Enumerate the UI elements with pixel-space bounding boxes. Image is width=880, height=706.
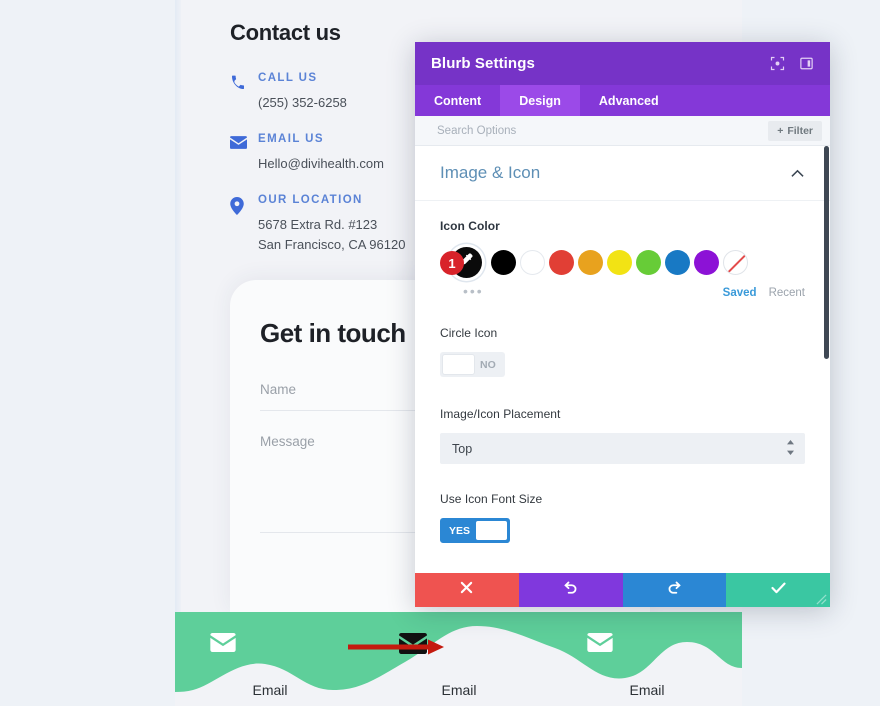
blurb-settings-modal: Blurb Settings Content Design Advanced +… bbox=[415, 42, 830, 607]
chevron-updown-icon bbox=[786, 439, 795, 458]
modal-action-bar bbox=[415, 573, 830, 607]
search-bar: + Filter bbox=[415, 116, 830, 146]
tab-design[interactable]: Design bbox=[500, 85, 580, 116]
recent-colors-link[interactable]: Recent bbox=[769, 287, 805, 299]
step-badge: 1 bbox=[440, 251, 464, 275]
phone-icon bbox=[230, 72, 258, 113]
envelope-icon bbox=[210, 633, 330, 663]
filter-button-label: Filter bbox=[787, 124, 813, 137]
swatch-purple[interactable] bbox=[694, 249, 719, 275]
swatch-blue[interactable] bbox=[665, 249, 690, 275]
blurb-item-1[interactable]: Email bbox=[210, 633, 330, 698]
map-pin-icon bbox=[230, 194, 258, 255]
icon-color-label: Icon Color bbox=[440, 219, 500, 233]
icon-color-option: Icon Color 1 ••• Saved Recent bbox=[415, 201, 830, 314]
search-input[interactable] bbox=[437, 124, 769, 137]
redo-arrow-icon bbox=[667, 580, 682, 600]
modal-title: Blurb Settings bbox=[431, 55, 535, 72]
modal-body: Image & Icon Icon Color 1 ••• Saved Rece… bbox=[415, 146, 830, 573]
accordion-title: Image & Icon bbox=[440, 163, 541, 182]
saved-recent-links: Saved Recent bbox=[723, 287, 805, 299]
swatch-black[interactable] bbox=[491, 249, 516, 275]
placement-select[interactable]: Top bbox=[440, 433, 805, 464]
envelope-icon bbox=[230, 133, 258, 174]
blurb-wave-strip: Email Email Email bbox=[175, 612, 742, 706]
layout-panel-icon[interactable] bbox=[799, 56, 814, 71]
toggle-knob bbox=[443, 355, 474, 374]
use-icon-font-size-option: Use Icon Font Size YES bbox=[415, 474, 830, 553]
swatch-yellow[interactable] bbox=[607, 249, 632, 275]
accordion-image-and-icon[interactable]: Image & Icon bbox=[415, 146, 830, 201]
use-icon-font-size-label: Use Icon Font Size bbox=[440, 492, 543, 506]
blurb-label: Email bbox=[252, 682, 288, 698]
placement-value: Top bbox=[452, 441, 473, 456]
blurb-label: Email bbox=[629, 682, 665, 698]
circle-icon-label: Circle Icon bbox=[440, 326, 498, 340]
swatch-footer: ••• Saved Recent bbox=[440, 284, 805, 304]
redo-button[interactable] bbox=[622, 573, 727, 607]
resize-grip-icon[interactable] bbox=[816, 594, 827, 605]
circle-icon-option: Circle Icon NO bbox=[415, 314, 830, 389]
saved-colors-link[interactable]: Saved bbox=[723, 287, 757, 299]
vertical-scrollbar[interactable] bbox=[822, 146, 830, 573]
blurb-item-3[interactable]: Email bbox=[587, 633, 707, 698]
swatch-green[interactable] bbox=[636, 249, 661, 275]
color-swatch-row: 1 bbox=[440, 245, 805, 279]
x-icon bbox=[460, 581, 473, 599]
page-left-edge-shade bbox=[175, 0, 181, 612]
swatch-white[interactable] bbox=[520, 249, 545, 275]
arrow-annotation bbox=[348, 639, 444, 655]
circle-icon-toggle[interactable]: NO bbox=[440, 352, 505, 377]
plus-icon: + bbox=[777, 124, 784, 137]
blurb-label: Email bbox=[441, 682, 477, 698]
swatch-no-color[interactable] bbox=[723, 249, 748, 275]
save-button[interactable] bbox=[726, 573, 830, 607]
modal-header: Blurb Settings bbox=[415, 42, 830, 85]
placement-label: Image/Icon Placement bbox=[440, 407, 561, 421]
undo-button[interactable] bbox=[518, 573, 623, 607]
cancel-button[interactable] bbox=[415, 573, 519, 607]
check-icon bbox=[771, 581, 786, 599]
focus-target-icon[interactable] bbox=[770, 56, 785, 71]
toggle-value: NO bbox=[480, 358, 496, 371]
tab-advanced[interactable]: Advanced bbox=[580, 85, 678, 116]
swatch-red[interactable] bbox=[549, 249, 574, 275]
modal-tabs: Content Design Advanced bbox=[415, 85, 830, 116]
placement-option: Image/Icon Placement Top bbox=[415, 389, 830, 474]
toggle-value: YES bbox=[449, 524, 471, 537]
undo-arrow-icon bbox=[563, 580, 578, 600]
use-icon-font-size-toggle[interactable]: YES bbox=[440, 518, 511, 543]
scrollbar-thumb[interactable] bbox=[824, 146, 829, 359]
envelope-icon bbox=[587, 633, 707, 663]
tab-content[interactable]: Content bbox=[415, 85, 500, 116]
chevron-up-icon bbox=[791, 169, 804, 178]
icon-font-size-option: Icon Font Size 25px bbox=[415, 553, 830, 573]
toggle-knob bbox=[476, 521, 508, 540]
filter-button[interactable]: + Filter bbox=[768, 120, 822, 141]
swatch-orange[interactable] bbox=[578, 249, 603, 275]
